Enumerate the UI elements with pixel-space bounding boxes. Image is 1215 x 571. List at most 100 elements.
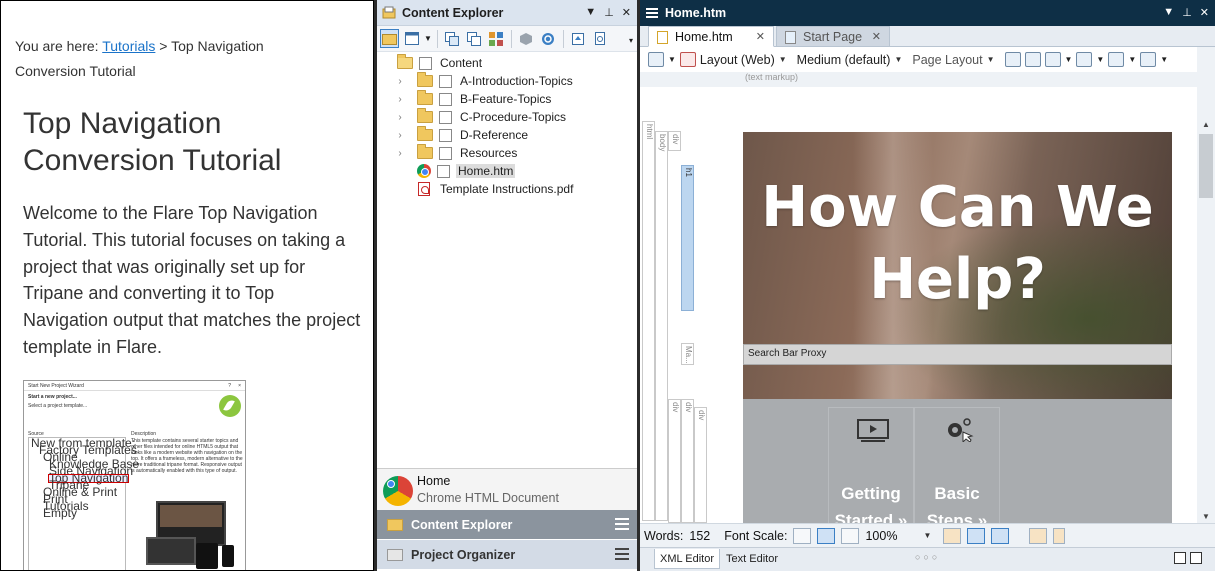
- layout-dropdown[interactable]: Layout (Web) ▼: [700, 53, 787, 67]
- intro-paragraph: Welcome to the Flare Top Navigation Tuto…: [23, 203, 361, 357]
- menu-icon[interactable]: [615, 518, 629, 530]
- scroll-down-icon[interactable]: ▼: [1197, 512, 1215, 521]
- tree-file[interactable]: Template Instructions.pdf: [377, 180, 635, 198]
- chevron-right-icon[interactable]: ›: [393, 130, 407, 141]
- tab-start-page[interactable]: Start Page ✕: [776, 26, 890, 47]
- font-scale-increase-button[interactable]: [841, 527, 860, 544]
- tree-folder[interactable]: › C-Procedure-Topics: [377, 108, 635, 126]
- chevron-right-icon[interactable]: ›: [393, 112, 407, 123]
- tab-home-htm[interactable]: Home.htm ✕: [648, 26, 774, 47]
- page-layout-dropdown[interactable]: Page Layout ▼: [912, 53, 994, 67]
- checkbox[interactable]: [439, 128, 452, 142]
- chevron-down-icon[interactable]: ▼: [1160, 55, 1168, 64]
- font-scale-reset-button[interactable]: [817, 527, 836, 544]
- film-strip-button[interactable]: [1053, 527, 1066, 544]
- chevron-right-icon[interactable]: ›: [393, 148, 407, 159]
- ruler-button[interactable]: [1029, 527, 1048, 544]
- vertical-scrollbar[interactable]: ▲ ▼: [1197, 118, 1215, 523]
- bind-button[interactable]: [517, 29, 536, 48]
- style-icon[interactable]: [679, 52, 696, 67]
- pane-grip-dots[interactable]: ○○○: [915, 552, 940, 562]
- close-tab-icon[interactable]: ✕: [872, 30, 881, 43]
- split-vertical-icon[interactable]: [1190, 552, 1202, 564]
- show-blocks-button[interactable]: [967, 527, 986, 544]
- tab-project-organizer[interactable]: Project Organizer: [377, 540, 637, 569]
- page-icon: [657, 31, 668, 44]
- tree-root[interactable]: Content: [377, 54, 635, 72]
- structure-bar-div[interactable]: div: [668, 131, 681, 151]
- chevron-right-icon[interactable]: ›: [393, 76, 407, 87]
- card-getting-started[interactable]: Getting Started »: [828, 407, 914, 523]
- compare-icon[interactable]: [1024, 52, 1041, 67]
- view-dropdown-icon[interactable]: ▼: [424, 34, 432, 43]
- upload-button[interactable]: [569, 29, 588, 48]
- split-horizontal-icon[interactable]: [1174, 552, 1186, 564]
- structure-bar-div[interactable]: div: [681, 399, 694, 523]
- refresh-button[interactable]: [539, 29, 558, 48]
- chevron-down-icon[interactable]: ▼: [1065, 55, 1073, 64]
- medium-dropdown[interactable]: Medium (default) ▼: [797, 53, 903, 67]
- structure-bar-madcap[interactable]: Ma...: [681, 343, 694, 365]
- list-view-button[interactable]: [402, 29, 421, 48]
- structure-bar-div[interactable]: div: [694, 407, 707, 523]
- dropdown-icon[interactable]: ▼: [1163, 6, 1174, 19]
- toolbar-separator: [436, 29, 438, 48]
- chevron-down-icon: ▼: [923, 531, 932, 540]
- wizard-title: Start New Project Wizard: [28, 383, 84, 389]
- tree-file[interactable]: Home.htm: [377, 162, 635, 180]
- zoom-dropdown[interactable]: 100% ▼: [865, 529, 931, 543]
- breadcrumb-link-tutorials[interactable]: Tutorials: [102, 38, 155, 54]
- checkbox[interactable]: [439, 110, 452, 124]
- close-tab-icon[interactable]: ✕: [756, 30, 765, 43]
- tiles-view-button[interactable]: [943, 527, 962, 544]
- tree-folder[interactable]: › D-Reference: [377, 126, 635, 144]
- tree-folder[interactable]: › A-Introduction-Topics: [377, 72, 635, 90]
- pin-icon[interactable]: ⊥: [1182, 6, 1192, 19]
- card-basic-steps[interactable]: Basic Steps »: [914, 407, 1000, 523]
- structure-bar-body[interactable]: body: [655, 131, 668, 521]
- scroll-up-icon[interactable]: ▲: [1197, 120, 1215, 129]
- hero-heading[interactable]: How Can We Help?: [743, 172, 1172, 316]
- tree-folder[interactable]: › Resources: [377, 144, 635, 162]
- chevron-down-icon[interactable]: ▼: [1096, 55, 1104, 64]
- checkbox[interactable]: [439, 92, 452, 106]
- folder-view-button[interactable]: [380, 29, 399, 48]
- zoom-icon[interactable]: [648, 52, 664, 67]
- duplicate-button[interactable]: [465, 29, 484, 48]
- tree-folder[interactable]: › B-Feature-Topics: [377, 90, 635, 108]
- open-button[interactable]: [591, 29, 610, 48]
- close-icon[interactable]: ✕: [622, 6, 631, 19]
- checkbox[interactable]: [439, 74, 452, 88]
- editor-canvas[interactable]: html body div h1 Ma... div div div How C…: [640, 87, 1197, 523]
- dropdown-icon[interactable]: ▼: [585, 6, 596, 19]
- structure-bar-h1[interactable]: h1: [681, 165, 694, 311]
- tab-text-editor[interactable]: Text Editor: [722, 549, 782, 569]
- show-spans-button[interactable]: [991, 527, 1010, 544]
- tab-xml-editor[interactable]: XML Editor: [654, 549, 720, 569]
- scroll-thumb[interactable]: [1199, 134, 1213, 198]
- menu-icon[interactable]: [615, 548, 629, 560]
- checkbox[interactable]: [439, 146, 452, 160]
- pin-icon[interactable]: ⊥: [604, 6, 614, 19]
- tiles-button[interactable]: [487, 29, 506, 48]
- table-icon[interactable]: [1076, 52, 1093, 67]
- text-x-icon[interactable]: [1108, 52, 1125, 67]
- preview-icon[interactable]: [1004, 52, 1021, 67]
- checkbox[interactable]: [419, 56, 432, 70]
- structure-bar-div[interactable]: div: [668, 399, 681, 523]
- search-bar-proxy[interactable]: Search Bar Proxy: [743, 344, 1172, 365]
- window-icon: [404, 32, 419, 45]
- image-icon[interactable]: [1044, 52, 1061, 67]
- text-a-icon[interactable]: [1140, 52, 1157, 67]
- toolbar-overflow-icon[interactable]: ▾: [629, 36, 633, 45]
- font-scale-decrease-button[interactable]: [793, 527, 812, 544]
- chevron-down-icon[interactable]: ▼: [668, 55, 676, 64]
- checkbox[interactable]: [437, 164, 450, 178]
- chevron-right-icon[interactable]: ›: [393, 94, 407, 105]
- structure-bar-html[interactable]: html: [642, 121, 655, 521]
- tab-content-explorer[interactable]: Content Explorer: [377, 510, 637, 539]
- chevron-down-icon[interactable]: ▼: [1128, 55, 1136, 64]
- menu-icon[interactable]: [645, 6, 659, 20]
- close-icon[interactable]: ✕: [1200, 6, 1209, 19]
- new-item-button[interactable]: [443, 29, 462, 48]
